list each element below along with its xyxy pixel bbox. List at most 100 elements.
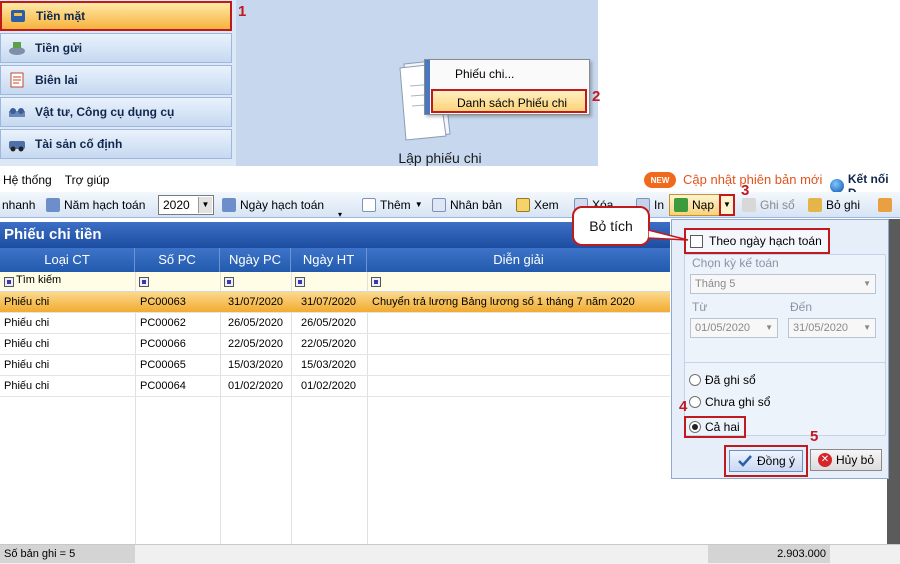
- nav-item-deposit[interactable]: Tiền gửi: [0, 33, 232, 63]
- add-label: Thêm: [380, 198, 411, 212]
- menu-item-payment-list[interactable]: Danh sách Phiếu chi: [431, 89, 587, 113]
- reload-dropdown[interactable]: ▼: [719, 194, 735, 216]
- calendar-icon: [222, 198, 236, 212]
- ok-label: Đồng ý: [756, 454, 796, 468]
- step-number-4: 4: [679, 398, 688, 415]
- chevron-down-icon: ▼: [863, 323, 871, 332]
- cell-post-date: 26/05/2020: [301, 317, 357, 329]
- cell-number: PC00064: [140, 380, 186, 392]
- create-payment-label[interactable]: Lập phiếu chi: [370, 150, 510, 166]
- nav-item-cash[interactable]: Tiền mặt: [0, 1, 232, 31]
- nav-item-fixed-assets[interactable]: Tài sản cố định: [0, 129, 232, 159]
- filter-icon[interactable]: [139, 277, 149, 287]
- tools-icon: [7, 103, 27, 121]
- radio-circle[interactable]: [689, 374, 701, 386]
- ok-button-face[interactable]: Đồng ý: [729, 450, 803, 472]
- globe-icon: [830, 179, 844, 193]
- from-label: Từ: [692, 300, 708, 314]
- radio-both-label: Cả hai: [705, 420, 740, 434]
- year-select[interactable]: 2020 ▼: [158, 195, 214, 215]
- view-button[interactable]: Xem: [516, 196, 559, 214]
- table-row[interactable]: Phiếu chi PC00062 26/05/2020 26/05/2020: [0, 313, 670, 334]
- to-date-input[interactable]: 31/05/2020 ▼: [788, 318, 876, 338]
- table-row[interactable]: Phiếu chi PC00065 15/03/2020 15/03/2020: [0, 355, 670, 376]
- table-row[interactable]: Phiếu chi PC00066 22/05/2020 22/05/2020: [0, 334, 670, 355]
- add-button[interactable]: Thêm ▼: [362, 196, 423, 214]
- cancel-label: Hủy bỏ: [835, 453, 875, 467]
- cell-description: [368, 313, 670, 334]
- table-row[interactable]: Phiếu chi PC00064 01/02/2020 01/02/2020: [0, 376, 670, 397]
- grid-title: Phiếu chi tiền: [0, 222, 670, 248]
- receipt-icon: [7, 71, 27, 89]
- cell-type: Phiếu chi: [4, 359, 50, 371]
- reload-label: Nạp: [692, 198, 715, 212]
- duplicate-button[interactable]: Nhân bản: [432, 196, 502, 214]
- post-label: Ghi sổ: [760, 198, 795, 212]
- cell-number: PC00062: [140, 317, 186, 329]
- step-number-5: 5: [810, 428, 819, 445]
- to-date-value: 31/05/2020: [793, 322, 849, 334]
- from-date-input[interactable]: 01/05/2020 ▼: [690, 318, 778, 338]
- reload-button[interactable]: Nạp: [669, 194, 723, 216]
- step-number-1: 1: [238, 3, 247, 20]
- post-date-button[interactable]: Ngày hạch toán: [222, 196, 324, 214]
- left-nav: Tiền mặt Tiền gửi Biên lai Vật tư, Công …: [0, 0, 236, 166]
- cell-type: Phiếu chi: [4, 338, 50, 350]
- quick-label[interactable]: nhanh: [2, 196, 35, 214]
- cell-post-date: 01/02/2020: [301, 380, 357, 392]
- table-row[interactable]: Phiếu chi PC00063 31/07/2020 31/07/2020 …: [0, 292, 670, 313]
- nav-item-label: Biên lai: [35, 73, 78, 87]
- chevron-down-icon: ▼: [414, 200, 423, 209]
- search-input[interactable]: Tìm kiếm: [4, 274, 61, 286]
- cancel-button[interactable]: ✕ Hủy bỏ: [810, 449, 882, 471]
- callout-uncheck: Bỏ tích: [572, 206, 650, 246]
- from-date-value: 01/05/2020: [695, 322, 751, 334]
- filter-icon[interactable]: [295, 277, 305, 287]
- close-icon: ✕: [817, 453, 832, 467]
- cell-date: 26/05/2020: [228, 317, 284, 329]
- new-badge: NEW: [644, 172, 676, 188]
- cell-number: PC00063: [140, 296, 186, 308]
- year-value: 2020: [163, 198, 190, 212]
- menu-help[interactable]: Trợ giúp: [65, 173, 110, 187]
- unpost-label: Bỏ ghi: [826, 198, 861, 212]
- cell-number: PC00065: [140, 359, 186, 371]
- print-label: In: [654, 198, 665, 212]
- update-link[interactable]: Cập nhật phiên bản mới: [683, 172, 822, 187]
- cell-description: [368, 355, 670, 376]
- radio-circle[interactable]: [689, 421, 701, 433]
- context-menu: Phiếu chi... Danh sách Phiếu chi: [424, 59, 590, 115]
- period-label: Chọn kỳ kế toán: [692, 256, 779, 270]
- radio-unposted[interactable]: Chưa ghi sổ: [689, 393, 770, 411]
- cell-post-date: 31/07/2020: [301, 296, 357, 308]
- check-icon: [738, 455, 752, 467]
- filter-icon[interactable]: [224, 277, 234, 287]
- col-header-date[interactable]: Ngày PC: [220, 248, 291, 272]
- unpost-button[interactable]: Bỏ ghi: [808, 196, 860, 214]
- radio-posted[interactable]: Đã ghi sổ: [689, 371, 756, 389]
- to-label: Đến: [790, 300, 813, 314]
- megaphone-icon[interactable]: [878, 196, 896, 214]
- menu-item-payment-voucher[interactable]: Phiếu chi...: [431, 62, 587, 86]
- nav-item-label: Tiền gửi: [35, 41, 83, 55]
- step-number-3: 3: [741, 182, 750, 199]
- nav-item-receipt[interactable]: Biên lai: [0, 65, 232, 95]
- period-select[interactable]: Tháng 5 ▼: [690, 274, 876, 294]
- radio-circle[interactable]: [689, 396, 701, 408]
- col-header-description[interactable]: Diễn giải: [367, 248, 670, 272]
- post-date-checkbox-row[interactable]: Theo ngày hạch toán: [684, 228, 830, 254]
- pencil-icon: [742, 198, 756, 212]
- col-header-number[interactable]: Số PC: [135, 248, 220, 272]
- duplicate-label: Nhân bản: [450, 198, 503, 212]
- radio-both[interactable]: Cả hai: [689, 418, 740, 436]
- cell-description: [368, 376, 670, 397]
- menu-system[interactable]: Hệ thống: [3, 173, 52, 187]
- menu-strip: [425, 60, 430, 114]
- nav-item-materials[interactable]: Vật tư, Công cụ dụng cụ: [0, 97, 232, 127]
- fixed-asset-icon: [7, 135, 27, 153]
- filter-icon[interactable]: [371, 277, 381, 287]
- col-header-type[interactable]: Loại CT: [0, 248, 135, 272]
- ok-button[interactable]: Đồng ý: [724, 445, 808, 477]
- col-header-post-date[interactable]: Ngày HT: [291, 248, 367, 272]
- post-button[interactable]: Ghi sổ: [742, 196, 795, 214]
